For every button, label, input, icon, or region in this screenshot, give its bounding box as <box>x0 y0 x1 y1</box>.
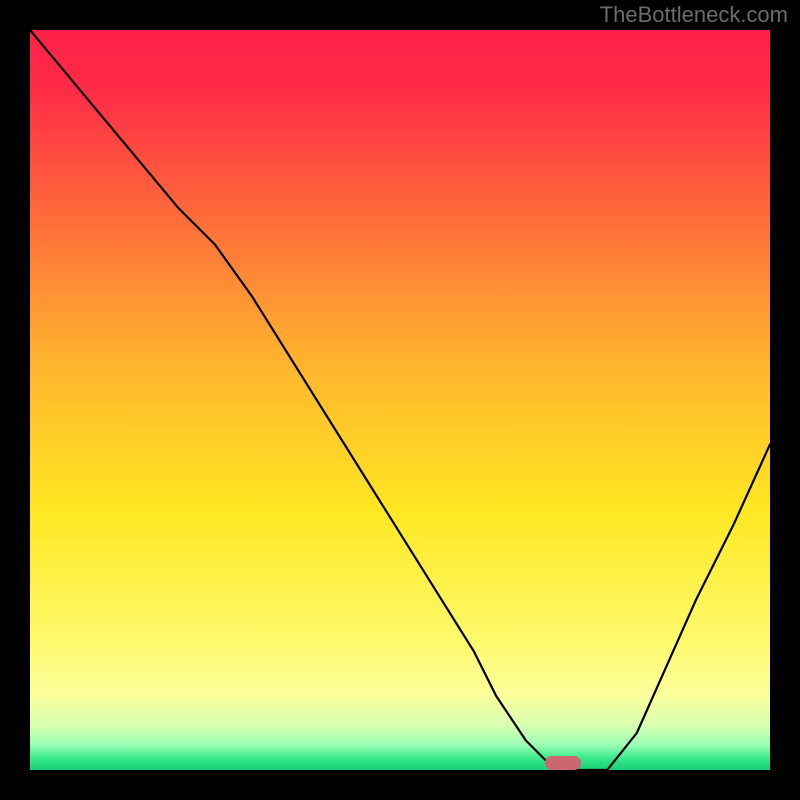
watermark-text: TheBottleneck.com <box>600 2 788 28</box>
optimal-marker <box>545 756 581 770</box>
bottleneck-chart <box>30 30 770 770</box>
plot-background <box>30 30 770 770</box>
